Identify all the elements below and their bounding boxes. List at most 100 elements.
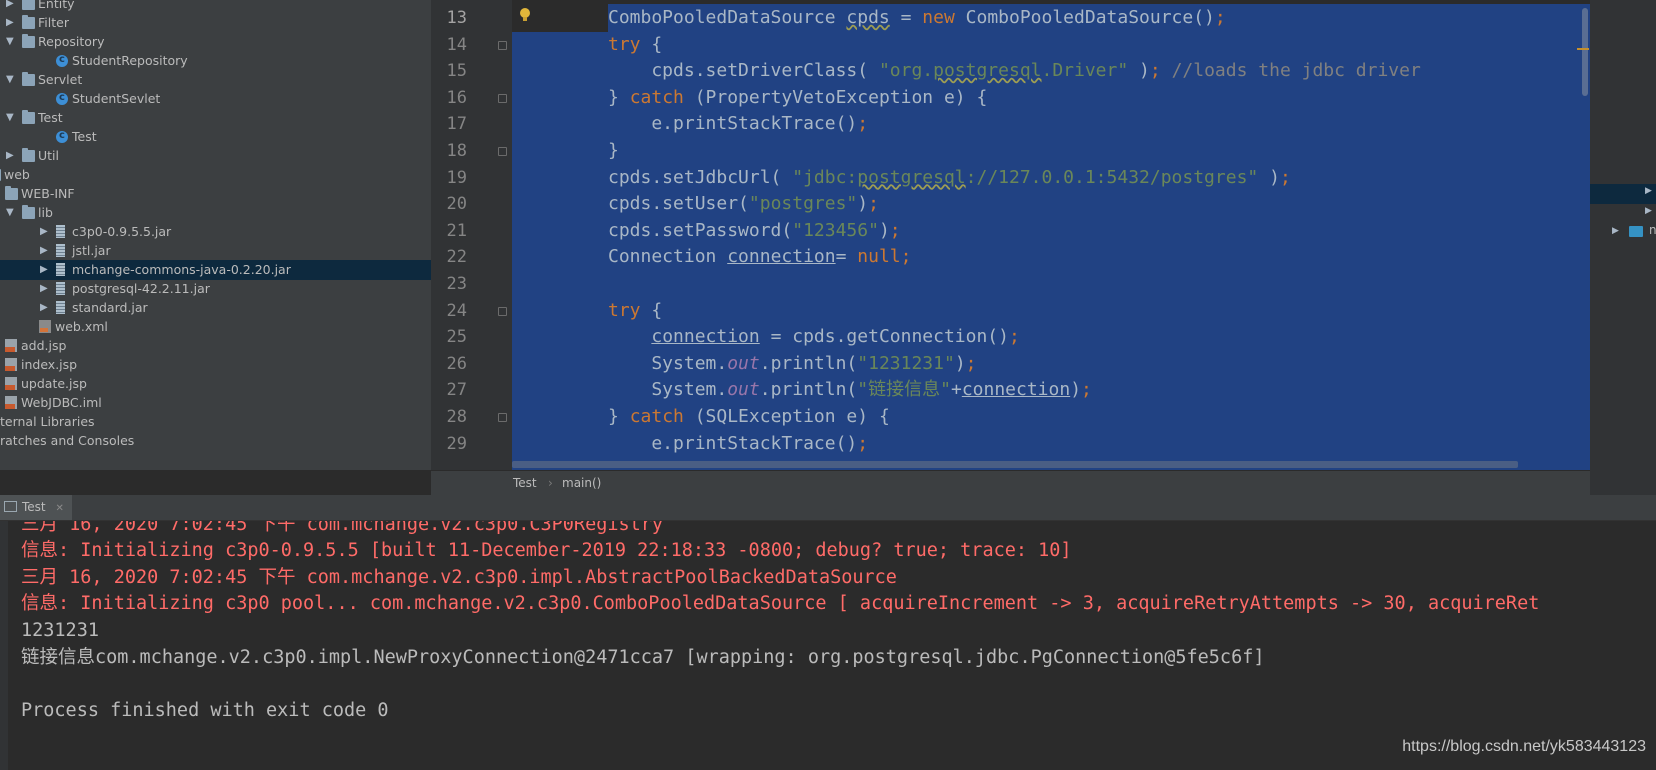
breadcrumb-method[interactable]: main() bbox=[562, 471, 601, 495]
code-line: } catch (SQLException e) { bbox=[608, 403, 890, 431]
code-token: cpds.setDriverClass( bbox=[608, 60, 879, 82]
line-number: 22 bbox=[446, 247, 467, 268]
tree-item[interactable]: WebJDBC.iml bbox=[0, 393, 431, 413]
tree-item-label: standard.jar bbox=[72, 300, 148, 315]
folder-icon bbox=[22, 110, 35, 124]
line-number: 21 bbox=[446, 220, 467, 241]
breadcrumb-class[interactable]: Test bbox=[513, 471, 537, 495]
code-token: Connection bbox=[608, 246, 728, 268]
code-editor[interactable]: ComboPooledDataSource cpds = new ComboPo… bbox=[512, 0, 1590, 470]
expand-down-arrow-icon[interactable]: ▼ bbox=[6, 108, 14, 128]
jsp-icon bbox=[5, 358, 17, 371]
expand-right-arrow-icon[interactable]: ▶ bbox=[6, 13, 14, 33]
expand-right-arrow-icon[interactable]: ▶ bbox=[40, 222, 48, 242]
expand-down-arrow-icon[interactable]: ▼ bbox=[6, 203, 14, 223]
tree-item-label: web bbox=[4, 167, 30, 182]
horizontal-scrollbar[interactable] bbox=[512, 461, 1518, 468]
tree-item[interactable]: ternal Libraries bbox=[0, 412, 431, 432]
fold-marker-icon[interactable] bbox=[498, 93, 507, 103]
fold-marker-icon[interactable] bbox=[498, 40, 507, 50]
close-icon[interactable]: ✕ bbox=[55, 503, 63, 514]
code-token: ComboPooledDataSource bbox=[608, 7, 847, 28]
expand-right-arrow-icon[interactable]: ▶ bbox=[40, 241, 48, 261]
tree-item[interactable]: ▶ standard.jar bbox=[0, 298, 431, 318]
code-token: cpds.setPassword( bbox=[608, 219, 793, 241]
lightbulb-icon[interactable] bbox=[519, 7, 531, 23]
tree-item[interactable]: ▶ c3p0-0.9.5.5.jar bbox=[0, 222, 431, 242]
expand-right-arrow-icon[interactable]: ▶ bbox=[40, 260, 48, 280]
run-tab[interactable]: Test ✕ bbox=[0, 495, 72, 520]
tree-item[interactable]: ▶ Entity bbox=[0, 0, 431, 14]
code-token: cpds.setJdbcUrl( bbox=[608, 166, 793, 188]
code-token: "1231231" bbox=[857, 352, 955, 374]
expand-down-arrow-icon[interactable]: ▼ bbox=[6, 70, 14, 90]
code-token: e.printStackTrace() bbox=[608, 432, 858, 454]
tree-item-label: StudentSevlet bbox=[72, 91, 161, 106]
console-output[interactable]: 信息: MLog clients using java 1.4+ standar… bbox=[0, 521, 1656, 770]
tree-item[interactable]: ▶ postgresql-42.2.11.jar bbox=[0, 279, 431, 299]
tree-item[interactable]: ▶ mchange-commons-java-0.2.20.jar bbox=[0, 260, 431, 280]
tree-item[interactable]: update.jsp bbox=[0, 374, 431, 394]
fold-marker-icon[interactable] bbox=[498, 413, 507, 422]
vertical-scrollbar[interactable] bbox=[1582, 8, 1588, 96]
watermark: https://blog.csdn.net/yk583443123 bbox=[1402, 738, 1646, 755]
tree-item[interactable]: ratches and Consoles bbox=[0, 431, 431, 451]
tree-item[interactable]: StudentRepository bbox=[0, 50, 431, 71]
code-token: connection bbox=[651, 326, 760, 348]
expand-down-arrow-icon[interactable]: ▼ bbox=[6, 32, 14, 52]
right-expand-arrow-icon[interactable]: ▶ bbox=[1645, 206, 1652, 216]
tree-item[interactable]: index.jsp bbox=[0, 355, 431, 375]
tree-item-label: update.jsp bbox=[21, 376, 87, 391]
code-token: .Driver" bbox=[1041, 60, 1129, 82]
tree-item[interactable]: ▼ Repository bbox=[0, 32, 431, 52]
line-number: 14 bbox=[446, 34, 467, 55]
line-number: 23 bbox=[446, 274, 467, 294]
code-token: ) bbox=[1070, 379, 1082, 401]
code-token: ; bbox=[1279, 166, 1291, 188]
expand-right-arrow-icon[interactable]: ▶ bbox=[40, 279, 48, 299]
right-expand-arrow-icon[interactable]: ▶ bbox=[1612, 226, 1619, 236]
tree-item[interactable]: ▶ Util bbox=[0, 146, 431, 166]
expand-right-arrow-icon[interactable]: ▶ bbox=[6, 0, 14, 14]
tree-item-label: jstl.jar bbox=[72, 243, 111, 258]
folder-icon bbox=[22, 148, 35, 162]
console-line: 1231231 bbox=[21, 620, 99, 641]
code-token: ) bbox=[954, 352, 966, 374]
tree-item[interactable]: Test bbox=[0, 126, 431, 147]
console-toolbar-strip bbox=[0, 521, 8, 770]
expand-right-arrow-icon[interactable]: ▶ bbox=[40, 298, 48, 318]
expand-right-arrow-icon[interactable]: ▶ bbox=[6, 146, 14, 166]
code-token: System. bbox=[608, 379, 728, 401]
right-panel-label: n bbox=[1649, 223, 1656, 237]
code-token: ; bbox=[857, 113, 869, 135]
tree-item[interactable]: ▼ Test bbox=[0, 108, 431, 128]
tree-item[interactable]: web bbox=[0, 165, 431, 185]
code-token: catch bbox=[629, 406, 684, 427]
line-number: 27 bbox=[446, 380, 467, 401]
iml-icon bbox=[5, 396, 17, 409]
right-expand-arrow-icon[interactable]: ▶ bbox=[1645, 186, 1652, 196]
tree-item[interactable]: StudentSevlet bbox=[0, 88, 431, 109]
tree-item[interactable]: ▶ jstl.jar bbox=[0, 241, 431, 261]
code-token: System. bbox=[608, 352, 728, 374]
folder-icon bbox=[0, 169, 1, 181]
tree-item-label: WEB-INF bbox=[21, 186, 75, 201]
tree-item[interactable]: add.jsp bbox=[0, 336, 431, 356]
jsp-icon bbox=[5, 339, 17, 352]
code-token: out bbox=[727, 379, 760, 401]
fold-marker-icon[interactable] bbox=[498, 306, 507, 316]
code-token: postgresql bbox=[857, 166, 966, 188]
tree-item-label: c3p0-0.9.5.5.jar bbox=[72, 224, 172, 239]
code-token: "123456" bbox=[792, 219, 879, 241]
tree-item[interactable]: ▶ Filter bbox=[0, 13, 431, 33]
code-token: ) bbox=[857, 193, 869, 215]
tree-item[interactable]: ▼ Servlet bbox=[0, 70, 431, 90]
error-stripe-marker[interactable] bbox=[1577, 48, 1589, 50]
fold-marker-icon[interactable] bbox=[498, 147, 507, 156]
tree-item[interactable]: web.xml bbox=[0, 317, 431, 337]
tree-item-label: web.xml bbox=[55, 319, 108, 334]
tree-item-label: Util bbox=[38, 148, 59, 163]
line-number: 16 bbox=[446, 87, 467, 108]
tree-item[interactable]: WEB-INF bbox=[0, 184, 431, 204]
tree-item[interactable]: ▼ lib bbox=[0, 203, 431, 223]
